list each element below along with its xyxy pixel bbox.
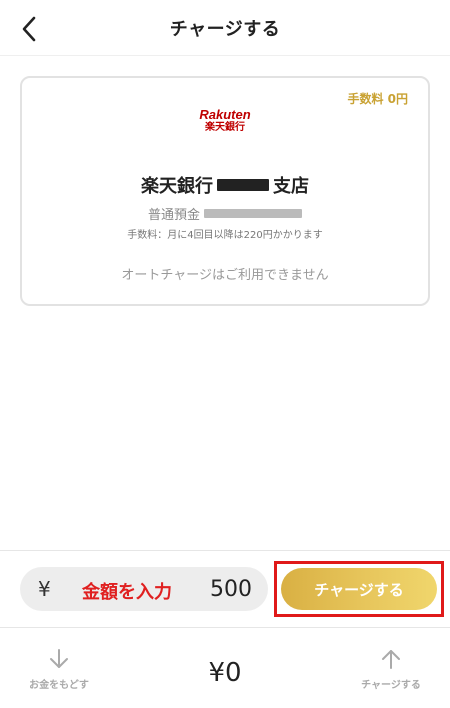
- rakuten-bank-logo: Rakuten 楽天銀行: [195, 108, 255, 134]
- logo-ja-text: 楽天銀行: [205, 122, 245, 133]
- account-line: 普通預金: [22, 204, 428, 223]
- branch-suffix-text: 支店: [273, 176, 309, 197]
- bank-account-card[interactable]: 手数料 0円 Rakuten 楽天銀行 楽天銀行 支店 普通預金 手数料：月に4…: [20, 76, 430, 306]
- auto-charge-note: オートチャージはご利用できません: [121, 268, 329, 283]
- page-title: チャージする: [169, 18, 281, 40]
- header: チャージする: [0, 0, 450, 56]
- yen-icon: ¥: [38, 577, 51, 601]
- arrow-up-icon: [382, 650, 400, 669]
- redacted-branch: [217, 179, 269, 191]
- charge-button[interactable]: チャージする: [281, 568, 437, 610]
- bank-branch-name: 楽天銀行 支店: [22, 172, 428, 198]
- charge-tab-label: チャージする: [361, 680, 421, 691]
- logo-en-text: Rakuten: [199, 107, 251, 122]
- bottom-bar: お金をもどす ¥0 チャージする: [0, 628, 450, 708]
- account-type-text: 普通預金: [147, 208, 200, 223]
- amount-input-bar: ¥ 金額を入力 500 チャージする: [0, 550, 450, 628]
- amount-value[interactable]: 500: [210, 577, 252, 602]
- fee-note: 手数料：月に4回目以降は220円かかります: [127, 230, 323, 241]
- redacted-account-number: [204, 209, 302, 218]
- amount-input[interactable]: ¥ 金額を入力 500: [20, 567, 268, 611]
- charge-tab-button[interactable]: チャージする: [346, 648, 436, 691]
- fee-badge: 手数料 0円: [347, 92, 408, 106]
- amount-hint-label: 金額を入力: [82, 582, 172, 603]
- chevron-left-icon[interactable]: [21, 16, 37, 42]
- back-button[interactable]: [14, 14, 44, 44]
- bank-name-text: 楽天銀行: [141, 176, 213, 197]
